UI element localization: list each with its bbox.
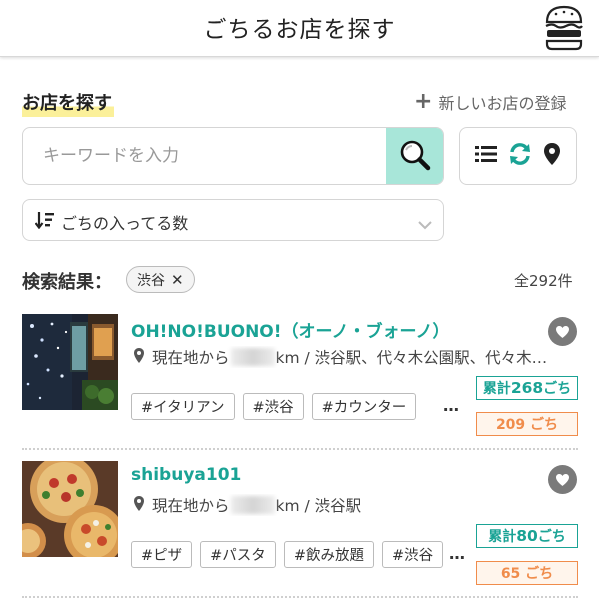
total-gochi-badge: 累計 80 ごち bbox=[476, 524, 578, 548]
shop-name[interactable]: shibuya101 bbox=[131, 465, 241, 485]
total-value: 268 bbox=[510, 379, 544, 397]
location-pin-icon bbox=[133, 347, 145, 368]
total-prefix: 累計 bbox=[482, 381, 511, 397]
magnifier-icon bbox=[400, 140, 431, 171]
list-icon[interactable] bbox=[475, 145, 498, 167]
shop-photo[interactable] bbox=[22, 461, 118, 557]
location-prefix: 現在地から bbox=[152, 349, 230, 367]
total-suffix: ごち bbox=[537, 529, 566, 545]
total-suffix: ごち bbox=[543, 381, 572, 397]
tag-chip[interactable]: #パスタ bbox=[200, 541, 276, 568]
shop-name[interactable]: OH!NO!BUONO!（オーノ・ブォーノ） bbox=[131, 317, 449, 342]
filter-chip[interactable]: 渋谷 ✕ bbox=[126, 266, 195, 293]
heart-icon bbox=[556, 325, 569, 338]
shop-tags: #ピザ #パスタ #飲み放題 #渋谷 bbox=[131, 541, 444, 568]
search-bar bbox=[22, 127, 444, 185]
tag-chip[interactable]: #渋谷 bbox=[242, 393, 304, 420]
close-icon[interactable]: ✕ bbox=[171, 271, 184, 289]
view-options bbox=[459, 127, 577, 185]
hamburger-burger-icon[interactable] bbox=[544, 4, 584, 52]
refresh-icon[interactable] bbox=[508, 143, 532, 169]
app-header: ごちるお店を探す bbox=[0, 0, 599, 57]
total-prefix: 累計 bbox=[488, 529, 517, 545]
total-gochi-badge: 累計 268 ごち bbox=[476, 376, 578, 400]
sort-icon bbox=[34, 211, 55, 233]
plus-icon: + bbox=[414, 89, 433, 114]
shop-location: 現在地から km / 渋谷駅、代々木公園駅、代々木… bbox=[133, 346, 588, 368]
blurred-distance bbox=[230, 348, 275, 366]
more-tags-ellipsis: … bbox=[449, 544, 465, 563]
results-label: 検索結果： bbox=[22, 272, 112, 293]
section-title: お店を探す bbox=[22, 89, 114, 117]
register-shop-link[interactable]: + 新しいお店の登録 bbox=[414, 90, 566, 114]
search-button[interactable] bbox=[386, 128, 443, 184]
card-divider bbox=[22, 448, 578, 450]
location-suffix: km / 渋谷駅、代々木公園駅、代々木… bbox=[275, 349, 548, 367]
card-divider bbox=[22, 596, 578, 598]
total-value: 80 bbox=[516, 527, 538, 545]
tag-chip[interactable]: #ピザ bbox=[131, 541, 193, 568]
tag-chip[interactable]: #カウンター bbox=[311, 393, 417, 420]
favorite-heart-button[interactable] bbox=[548, 465, 577, 494]
location-pin-icon bbox=[133, 495, 145, 516]
chevron-down-icon bbox=[417, 215, 433, 234]
blurred-distance bbox=[230, 496, 275, 514]
favorite-heart-button[interactable] bbox=[548, 317, 577, 346]
heart-icon bbox=[556, 473, 569, 486]
shop-location: 現在地から km / 渋谷駅 bbox=[133, 494, 588, 516]
register-shop-label: 新しいお店の登録 bbox=[438, 94, 567, 113]
map-pin-icon[interactable] bbox=[543, 142, 561, 170]
shop-tags: #イタリアン #渋谷 #カウンター bbox=[131, 393, 417, 420]
more-tags-ellipsis: … bbox=[443, 396, 459, 415]
tag-chip[interactable]: #イタリアン bbox=[131, 393, 235, 420]
location-suffix: km / 渋谷駅 bbox=[275, 497, 362, 515]
search-input[interactable] bbox=[23, 128, 386, 184]
today-gochi-badge: 65 ごち bbox=[476, 561, 578, 585]
filter-chip-label: 渋谷 bbox=[137, 272, 165, 289]
tag-chip[interactable]: #飲み放題 bbox=[283, 541, 374, 568]
tag-chip[interactable]: #渋谷 bbox=[381, 541, 444, 568]
sort-select[interactable]: ごちの入ってる数 bbox=[22, 199, 444, 241]
shop-photo[interactable] bbox=[22, 314, 118, 410]
location-prefix: 現在地から bbox=[152, 497, 230, 515]
page-title: ごちるお店を探す bbox=[203, 17, 396, 43]
sort-label: ごちの入ってる数 bbox=[61, 214, 189, 233]
results-count: 全292件 bbox=[514, 272, 573, 290]
today-gochi-badge: 209 ごち bbox=[476, 412, 578, 436]
